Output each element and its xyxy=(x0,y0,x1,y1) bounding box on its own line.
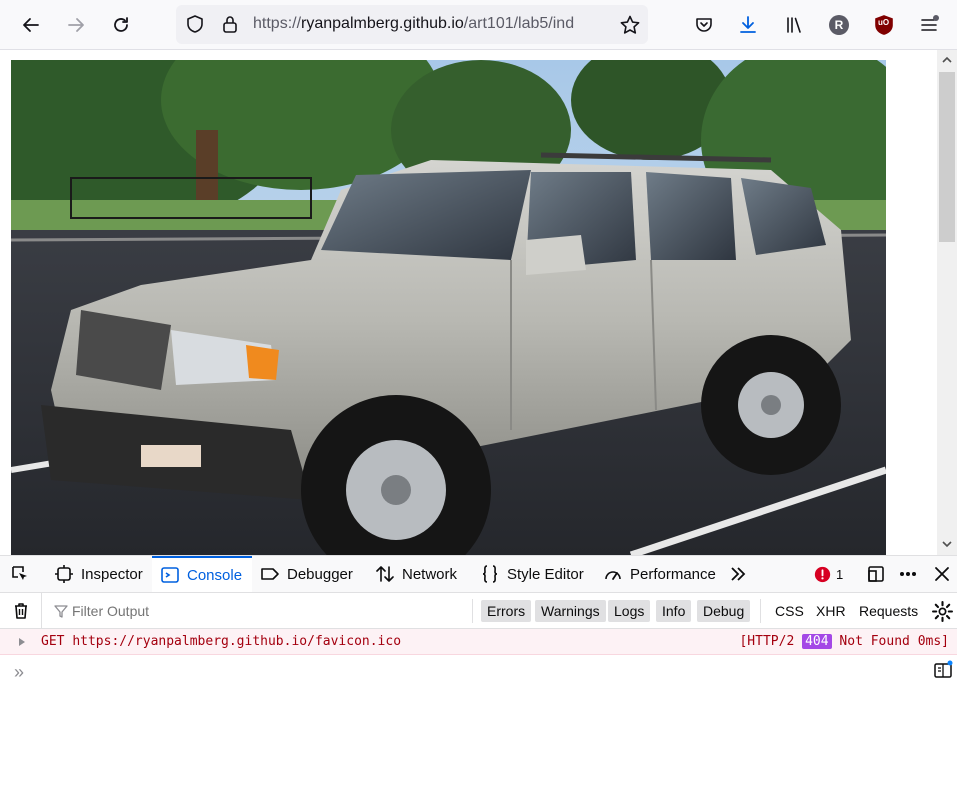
devtools-panel: Inspector Console Debugger Network Style… xyxy=(0,555,957,788)
element-picker-button[interactable] xyxy=(0,556,40,592)
responsive-design-icon xyxy=(868,566,884,582)
page-scrollbar[interactable] xyxy=(937,50,957,555)
toolbar-divider xyxy=(472,599,473,623)
console-settings-gear-icon[interactable] xyxy=(932,601,953,622)
url-bar[interactable]: https://ryanpalmberg.github.io/art101/la… xyxy=(176,5,648,44)
status-code-badge: 404 xyxy=(802,634,832,649)
status-suffix: Not Found 0ms] xyxy=(839,634,949,649)
bookmark-star-icon[interactable] xyxy=(619,14,641,36)
more-tabs-button[interactable] xyxy=(728,556,748,592)
filter-debug-button[interactable]: Debug xyxy=(697,600,751,622)
editor-mode-toggle-icon[interactable] xyxy=(933,660,953,680)
expand-arrow-icon[interactable] xyxy=(17,637,27,647)
scroll-down-arrow-icon[interactable] xyxy=(941,538,953,550)
download-icon xyxy=(740,16,756,33)
back-button[interactable] xyxy=(15,9,47,41)
performance-gauge-icon xyxy=(605,571,621,580)
trash-icon[interactable] xyxy=(11,601,31,621)
tab-debugger-label: Debugger xyxy=(287,565,353,583)
tab-performance[interactable]: Performance xyxy=(603,556,716,592)
scrollbar-thumb[interactable] xyxy=(939,72,955,242)
hamburger-menu-icon xyxy=(921,15,939,31)
filter-xhr-button[interactable]: XHR xyxy=(816,600,846,622)
page-viewport xyxy=(0,50,957,555)
filter-css-button[interactable]: CSS xyxy=(775,600,804,622)
toolbar-divider xyxy=(41,593,42,629)
responsive-design-button[interactable] xyxy=(866,556,886,592)
filter-requests-button[interactable]: Requests xyxy=(859,600,918,622)
style-editor-icon xyxy=(482,565,498,583)
filter-warnings-button[interactable]: Warnings xyxy=(535,600,606,622)
tab-network-label: Network xyxy=(402,565,458,583)
debugger-icon xyxy=(261,568,279,580)
error-message-text: GET https://ryanpalmberg.github.io/favic… xyxy=(41,634,401,649)
url-text[interactable]: https://ryanpalmberg.github.io/art101/la… xyxy=(253,15,574,33)
lock-icon[interactable] xyxy=(220,14,240,34)
scroll-up-arrow-icon[interactable] xyxy=(941,54,953,66)
status-prefix: [HTTP/2 xyxy=(739,634,795,649)
tab-style-editor-label: Style Editor xyxy=(507,565,584,583)
car-photo-illustration xyxy=(11,60,886,555)
toolbar-divider xyxy=(760,599,761,623)
avatar-initial: R xyxy=(834,18,844,32)
library-button[interactable] xyxy=(778,9,810,41)
error-count-button[interactable]: 1 xyxy=(814,556,843,592)
network-icon xyxy=(376,566,394,582)
request-method: GET xyxy=(41,634,65,649)
app-menu-button[interactable] xyxy=(913,9,945,41)
request-status: [HTTP/2 404 Not Found 0ms] xyxy=(739,634,949,649)
car-image xyxy=(11,60,886,555)
back-arrow-icon xyxy=(23,18,39,32)
inspector-icon xyxy=(55,565,73,583)
library-icon xyxy=(787,17,801,33)
pocket-button[interactable] xyxy=(688,9,720,41)
profile-button[interactable]: R xyxy=(823,9,855,41)
console-icon xyxy=(161,567,179,583)
ublock-origin-button[interactable]: uO xyxy=(868,9,900,41)
request-url[interactable]: https://ryanpalmberg.github.io/favicon.i… xyxy=(72,634,401,649)
url-host: ryanpalmberg.github.io xyxy=(301,15,464,32)
tab-performance-label: Performance xyxy=(630,565,716,583)
console-input-prompt[interactable]: » xyxy=(14,662,24,683)
tracking-protection-shield-icon[interactable] xyxy=(185,14,205,34)
tab-console[interactable]: Console xyxy=(152,556,253,592)
filter-logs-button[interactable]: Logs xyxy=(608,600,651,622)
tab-debugger[interactable]: Debugger xyxy=(260,556,353,592)
avatar: R xyxy=(829,15,849,35)
devtools-tab-bar: Inspector Console Debugger Network Style… xyxy=(0,556,957,593)
url-prefix: https:// xyxy=(253,15,302,32)
forward-arrow-icon xyxy=(68,18,84,32)
tab-console-label: Console xyxy=(187,566,243,584)
meatball-menu-icon xyxy=(900,572,916,576)
tab-inspector[interactable]: Inspector xyxy=(50,556,147,592)
tab-inspector-label: Inspector xyxy=(81,565,143,583)
url-path: /art101/lab5/ind xyxy=(463,15,575,32)
tab-network[interactable]: Network xyxy=(375,556,457,592)
ublock-label: uO xyxy=(878,18,890,27)
devtools-options-button[interactable] xyxy=(898,556,918,592)
filter-info-button[interactable]: Info xyxy=(656,600,692,622)
tab-style-editor[interactable]: Style Editor xyxy=(480,556,584,592)
forward-button[interactable] xyxy=(60,9,92,41)
error-count: 1 xyxy=(836,566,844,582)
close-devtools-button[interactable] xyxy=(932,556,952,592)
console-error-message[interactable]: GET https://ryanpalmberg.github.io/favic… xyxy=(0,629,957,655)
chevron-double-right-icon xyxy=(731,567,746,581)
browser-toolbar: https://ryanpalmberg.github.io/art101/la… xyxy=(0,0,957,50)
reload-icon xyxy=(114,17,128,32)
error-icon xyxy=(814,566,831,582)
downloads-button[interactable] xyxy=(732,9,764,41)
element-picker-icon xyxy=(12,566,27,580)
pocket-icon xyxy=(696,18,712,32)
console-toolbar: Errors Warnings Logs Info Debug CSS XHR … xyxy=(0,593,957,629)
filter-output-input[interactable] xyxy=(52,601,462,621)
close-icon xyxy=(935,567,949,581)
reload-button[interactable] xyxy=(105,9,137,41)
filter-errors-button[interactable]: Errors xyxy=(481,600,532,622)
